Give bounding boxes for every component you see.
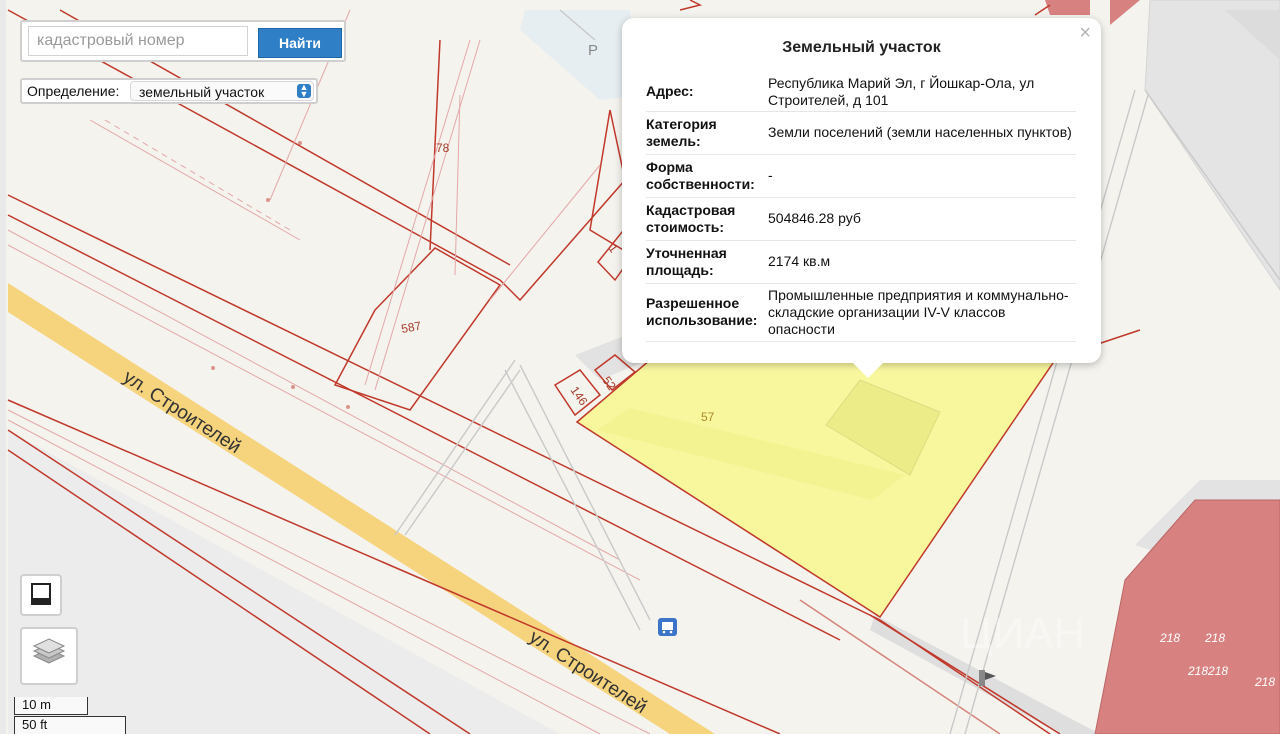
info-value: 504846.28 руб [768,197,1076,241]
parcel-label: 218 [1204,631,1225,645]
definition-panel: Определение: земельный участок ▲ ▼ [20,78,318,104]
parcel-label: 218 [1159,631,1180,645]
scale-feet: 50 ft [14,716,126,734]
search-panel: Найти [20,20,346,62]
parcel-label: 78 [436,141,450,155]
info-key: Адрес: [646,73,768,112]
info-value: Промышленные предприятия и коммунально-с… [768,283,1076,342]
bus-stop-icon[interactable] [658,618,677,636]
info-row-area: Уточненная площадь: 2174 кв.м [646,240,1076,284]
popup-title: Земельный участок [782,39,941,56]
parcel-label: 57 [701,410,715,424]
layers-icon [32,638,66,664]
info-value: Земли поселений (земли населенных пункто… [768,111,1076,155]
ruler-button[interactable] [20,574,62,616]
popup-pointer [852,362,884,378]
info-key: Разрешенное использование: [646,283,768,342]
info-key: Категория земель: [646,111,768,155]
parcel-info-popup: × Земельный участок Адрес: Республика Ма… [622,18,1101,378]
info-row-address: Адрес: Республика Марий Эл, г Йошкар-Ола… [646,73,1076,112]
definition-select-value: земельный участок [139,84,265,100]
definition-label: Определение: [27,83,120,99]
select-arrow-icon: ▲ ▼ [297,83,311,99]
info-key: Кадастровая стоимость: [646,197,768,241]
info-value: 2174 кв.м [768,240,1076,284]
parcel-label: 218218 [1187,664,1228,678]
info-value: - [768,154,1076,198]
info-row-cadastral-value: Кадастровая стоимость: 504846.28 руб [646,197,1076,241]
poi-label: P [588,42,598,59]
info-key: Уточненная площадь: [646,240,768,284]
definition-select[interactable]: земельный участок ▲ ▼ [130,81,314,101]
layers-button[interactable] [20,627,78,685]
info-row-category: Категория земель: Земли поселений (земли… [646,111,1076,155]
info-key: Форма собственности: [646,154,768,198]
find-button[interactable]: Найти [258,28,342,58]
info-value: Республика Марий Эл, г Йошкар-Ола, ул Ст… [768,73,1076,112]
parcel-label: 218 [1254,675,1275,689]
ruler-icon [31,583,51,605]
building-red [1045,0,1090,15]
info-row-permitted-use: Разрешенное использование: Промышленные … [646,283,1076,342]
scale-meters: 10 m [14,697,88,715]
cadastral-number-input[interactable] [28,26,248,56]
map-watermark: ЦИАН [960,609,1085,658]
info-row-ownership: Форма собственности: - [646,154,1076,198]
parcel-info-table: Адрес: Республика Марий Эл, г Йошкар-Ола… [646,73,1076,342]
